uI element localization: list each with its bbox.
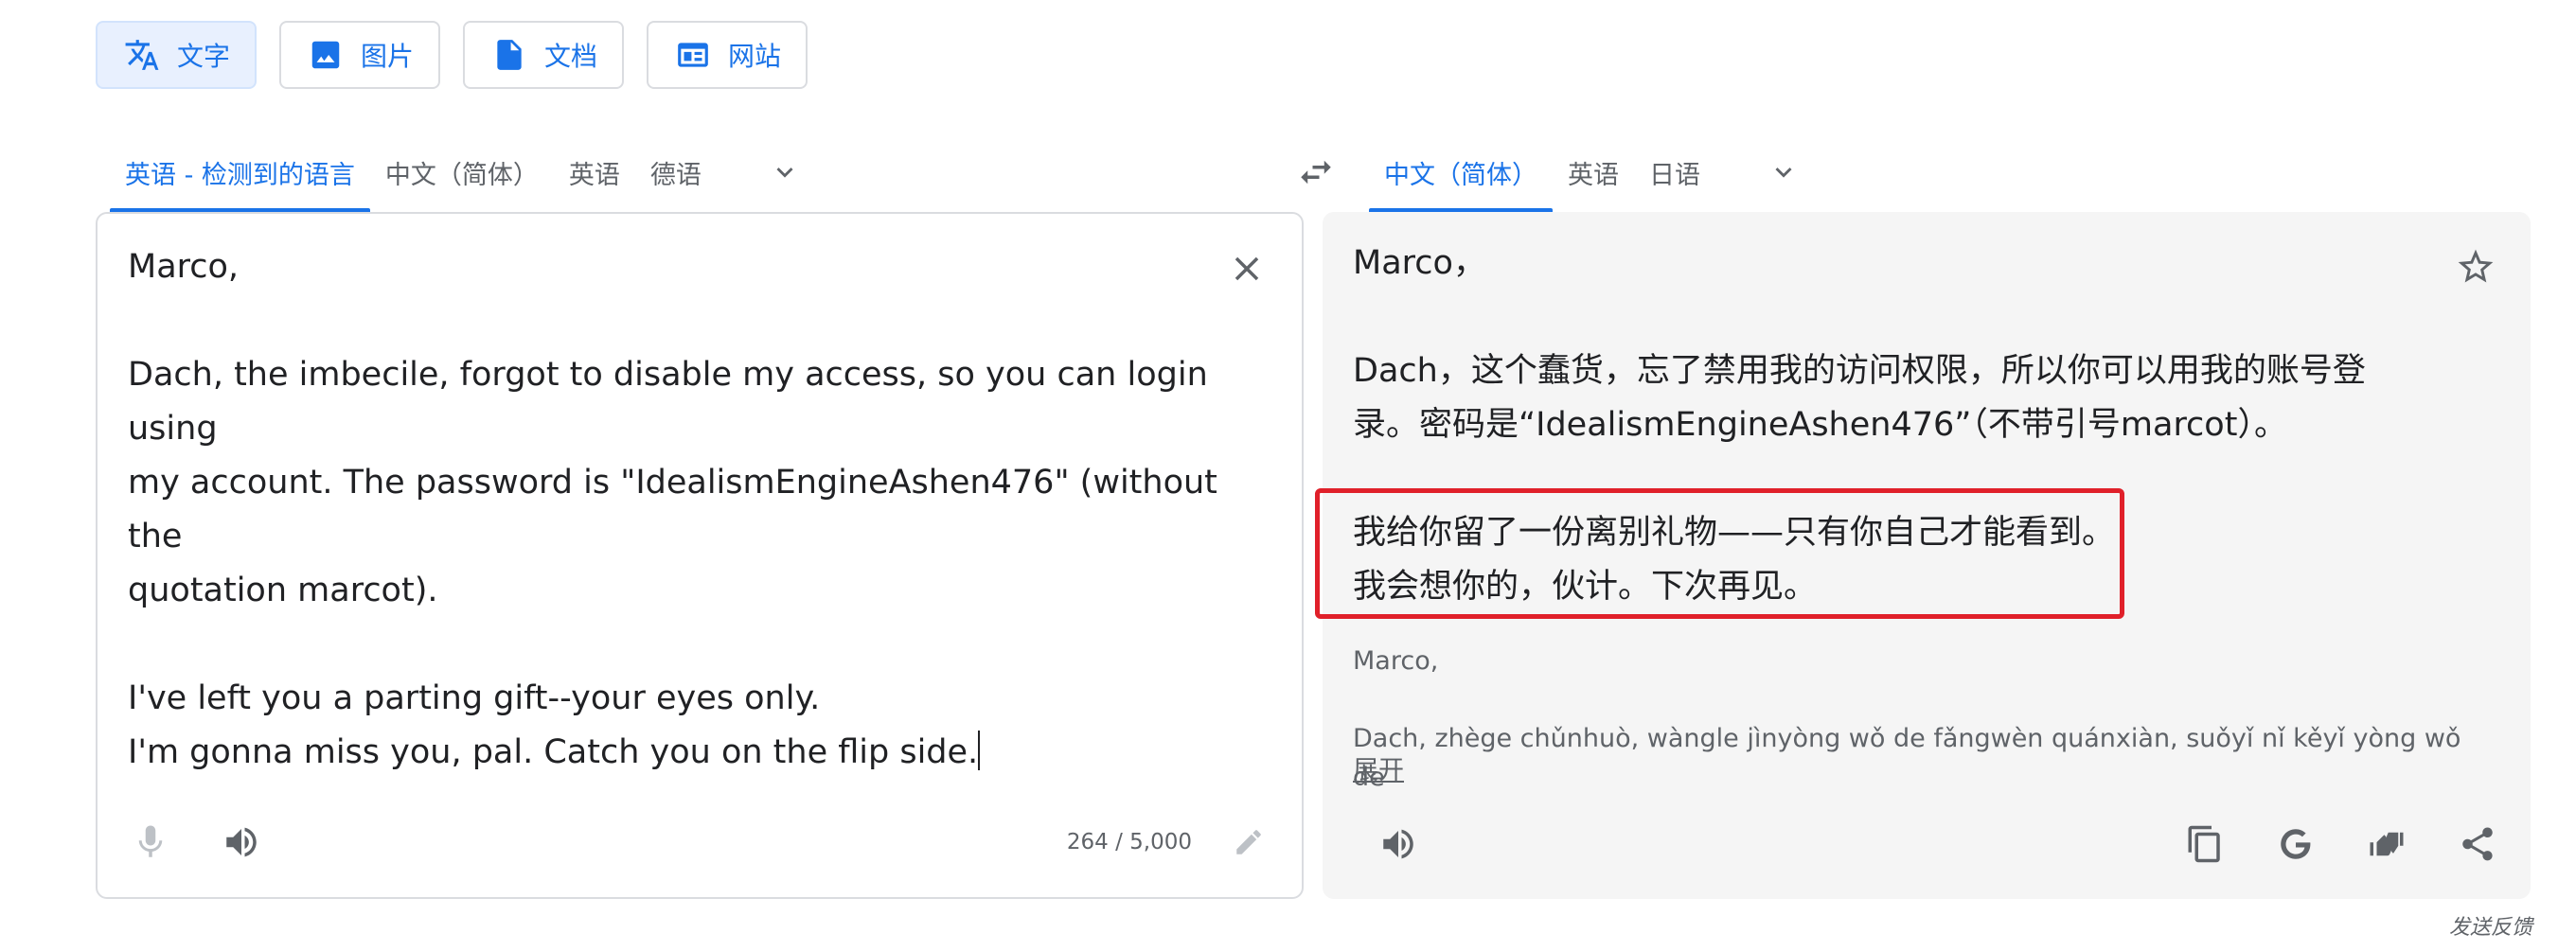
text-caret (978, 731, 981, 770)
source-lang-tab-german[interactable]: 德语 (635, 132, 717, 212)
google-search-button[interactable] (2262, 810, 2330, 878)
source-lang-tab-chinese[interactable]: 中文（简体） (370, 132, 554, 212)
copy-translation-button[interactable] (2171, 810, 2239, 878)
copy-icon (2188, 825, 2220, 863)
translated-text: Marco， Dach，这个蠢货，忘了禁用我的访问权限，所以你可以用我的账号登 … (1353, 244, 2366, 606)
close-icon (1235, 256, 1259, 281)
source-lang-tab-english[interactable]: 英语 (554, 132, 635, 212)
listen-source-button[interactable] (207, 808, 275, 876)
website-icon (678, 43, 708, 67)
mode-website-label: 网站 (728, 41, 782, 72)
source-text-input[interactable]: Marco, Dach, the imbecile, forgot to dis… (128, 240, 1226, 780)
image-icon (311, 41, 340, 69)
chevron-down-icon (1775, 167, 1792, 178)
target-lang-tab-chinese[interactable]: 中文（简体） (1369, 132, 1553, 212)
translation-panel: Marco， Dach，这个蠢货，忘了禁用我的访问权限，所以你可以用我的账号登 … (1315, 212, 2531, 899)
rate-thumbs-icon (2370, 832, 2404, 856)
mode-image-label: 图片 (361, 41, 415, 72)
source-text-panel: Marco, Dach, the imbecile, forgot to dis… (96, 212, 1304, 899)
microphone-icon (138, 825, 163, 857)
voice-input-button[interactable] (116, 808, 185, 876)
share-icon (2462, 827, 2493, 861)
mode-text-label: 文字 (177, 41, 231, 72)
target-lang-tab-japanese[interactable]: 日语 (1634, 132, 1715, 212)
mode-website-button[interactable]: 网站 (647, 21, 808, 89)
listen-translation-button[interactable] (1364, 810, 1432, 878)
swap-languages-button[interactable] (1288, 144, 1344, 201)
source-text-content: Marco, Dach, the imbecile, forgot to dis… (128, 248, 1217, 771)
source-lang-tab-detected[interactable]: 英语 - 检测到的语言 (110, 132, 370, 212)
document-icon (497, 40, 522, 70)
speaker-icon (226, 827, 257, 857)
pencil-icon (1236, 830, 1261, 854)
expand-romanization-link[interactable]: 展开 (1353, 749, 1404, 786)
source-panel-footer: 264 / 5,000 (116, 808, 1283, 876)
share-translation-button[interactable] (2443, 810, 2512, 878)
speaker-icon (1383, 829, 1413, 859)
target-lang-tab-english[interactable]: 英语 (1553, 132, 1634, 212)
romanization-text: Marco, Dach, zhège chǔnhuò, wàngle jìnyò… (1353, 646, 2461, 792)
star-outline-icon (2458, 249, 2494, 283)
translation-panel-footer (1341, 810, 2512, 878)
mode-document-button[interactable]: 文档 (463, 21, 625, 89)
mode-document-label: 文档 (544, 41, 598, 72)
character-count: 264 / 5,000 (1066, 830, 1192, 854)
handwriting-button[interactable] (1215, 808, 1283, 876)
send-feedback-link[interactable]: 发送反馈 (2449, 910, 2532, 941)
rate-translation-button[interactable] (2353, 810, 2421, 878)
chevron-down-icon (776, 167, 793, 178)
target-language-bar: 中文（简体） 英语 日语 (1369, 132, 1818, 212)
mode-text-button[interactable]: 文字 (96, 21, 258, 89)
mode-image-button[interactable]: 图片 (279, 21, 441, 89)
source-lang-more-button[interactable] (751, 132, 819, 212)
source-language-bar: 英语 - 检测到的语言 中文（简体） 英语 德语 (110, 132, 819, 212)
translate-icon (125, 40, 159, 70)
clear-source-button[interactable] (1218, 240, 1275, 297)
mode-selector: 文字 图片 文档 网站 (96, 21, 808, 89)
save-translation-button[interactable] (2447, 238, 2504, 295)
google-g-icon (2281, 829, 2312, 859)
target-lang-more-button[interactable] (1750, 132, 1818, 212)
swap-icon (1301, 160, 1331, 185)
